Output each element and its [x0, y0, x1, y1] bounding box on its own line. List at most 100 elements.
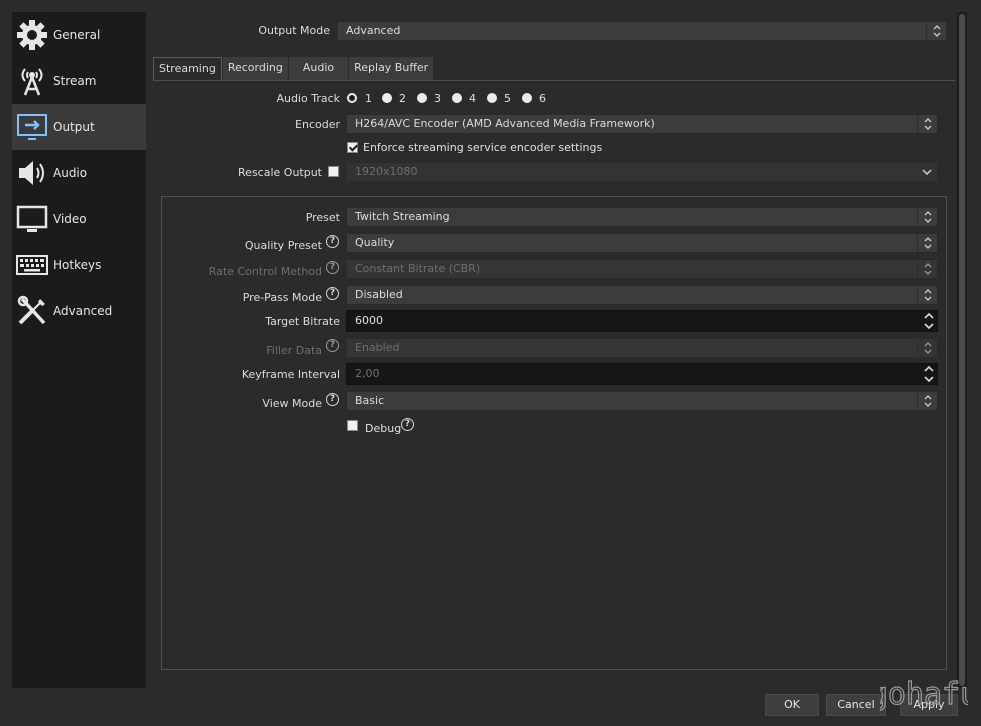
- view-mode-label: View Mode: [262, 397, 322, 410]
- sidebar-item-video[interactable]: Video: [12, 196, 146, 242]
- sidebar-item-stream[interactable]: Stream: [12, 58, 146, 104]
- vertical-scrollbar[interactable]: [957, 12, 967, 688]
- audio-track-label-1: 1: [365, 92, 372, 105]
- tools-icon: [15, 294, 49, 328]
- prepass-mode-value: Disabled: [355, 288, 403, 301]
- help-icon[interactable]: ?: [326, 261, 339, 274]
- cancel-button[interactable]: Cancel: [826, 694, 886, 716]
- gear-icon: [15, 18, 49, 52]
- filler-data-value: Enabled: [355, 341, 400, 354]
- audio-track-label: Audio Track: [276, 92, 340, 105]
- output-monitor-icon: [15, 110, 49, 144]
- enforce-encoder-checkbox[interactable]: [347, 142, 358, 153]
- sidebar-item-output[interactable]: Output: [12, 104, 146, 150]
- help-icon[interactable]: ?: [326, 235, 339, 248]
- sidebar-item-label: General: [53, 28, 101, 42]
- sidebar-item-hotkeys[interactable]: Hotkeys: [12, 242, 146, 288]
- help-icon[interactable]: ?: [326, 339, 339, 352]
- preset-label: Preset: [305, 211, 340, 224]
- tab-recording[interactable]: Recording: [222, 57, 288, 80]
- prepass-mode-select[interactable]: Disabled: [346, 285, 938, 305]
- broadcast-tower-icon: [15, 64, 49, 98]
- tab-replay-buffer[interactable]: Replay Buffer: [349, 57, 434, 80]
- sidebar-item-label: Audio: [53, 166, 88, 180]
- scrollbar-thumb[interactable]: [959, 14, 965, 686]
- debug-label: Debug: [365, 422, 402, 435]
- rescale-resolution-select[interactable]: 1920x1080: [346, 162, 938, 182]
- monitor-icon: [15, 202, 49, 236]
- rate-control-select[interactable]: Constant Bitrate (CBR): [346, 259, 938, 279]
- audio-track-radio-3[interactable]: [417, 93, 427, 103]
- audio-track-radio-6[interactable]: [522, 93, 532, 103]
- speaker-icon: [15, 156, 49, 190]
- rate-control-value: Constant Bitrate (CBR): [355, 262, 481, 275]
- tab-audio[interactable]: Audio: [288, 57, 349, 80]
- tab-divider: [153, 80, 955, 81]
- help-icon[interactable]: ?: [401, 418, 414, 431]
- preset-value: Twitch Streaming: [355, 210, 450, 223]
- sidebar-item-label: Stream: [53, 74, 97, 88]
- watermark-text: gohafu: [880, 677, 968, 712]
- keyframe-interval-value: 2,00: [355, 367, 380, 380]
- audio-track-radio-5[interactable]: [487, 93, 497, 103]
- updown-arrows-icon: [926, 22, 946, 40]
- sidebar-item-advanced[interactable]: Advanced: [12, 288, 146, 334]
- rescale-output-checkbox[interactable]: [328, 166, 339, 177]
- sidebar-item-label: Output: [53, 120, 95, 134]
- prepass-mode-label: Pre-Pass Mode: [242, 291, 322, 304]
- help-icon[interactable]: ?: [326, 393, 339, 406]
- rescale-output-label: Rescale Output: [238, 166, 322, 179]
- rescale-resolution-value: 1920x1080: [355, 165, 418, 178]
- updown-arrows-icon: [917, 234, 937, 252]
- debug-checkbox[interactable]: [347, 420, 358, 431]
- audio-track-radio-1[interactable]: [347, 93, 357, 103]
- rate-control-label: Rate Control Method: [208, 265, 322, 278]
- preset-select[interactable]: Twitch Streaming: [346, 207, 938, 227]
- output-mode-label: Output Mode: [258, 24, 330, 37]
- quality-preset-value: Quality: [355, 236, 395, 249]
- chevron-down-icon: [917, 163, 937, 181]
- updown-arrows-icon: [917, 208, 937, 226]
- audio-track-radio-2[interactable]: [382, 93, 392, 103]
- output-mode-select[interactable]: Advanced: [337, 21, 947, 41]
- updown-arrows-icon: [917, 260, 937, 278]
- output-mode-value: Advanced: [346, 24, 401, 37]
- tab-streaming[interactable]: Streaming: [153, 57, 222, 80]
- updown-arrows-icon: [917, 339, 937, 357]
- target-bitrate-value: 6000: [355, 314, 383, 327]
- target-bitrate-label: Target Bitrate: [265, 315, 340, 328]
- encoder-select[interactable]: H264/AVC Encoder (AMD Advanced Media Fra…: [346, 114, 938, 134]
- audio-track-radio-4[interactable]: [452, 93, 462, 103]
- filler-data-select[interactable]: Enabled: [346, 338, 938, 358]
- target-bitrate-spinbox[interactable]: 6000: [346, 310, 938, 332]
- watermark-logo: gohafu: [880, 676, 968, 712]
- encoder-value: H264/AVC Encoder (AMD Advanced Media Fra…: [355, 117, 655, 130]
- sidebar-item-general[interactable]: General: [12, 12, 146, 58]
- sidebar-item-label: Video: [53, 212, 87, 226]
- help-icon[interactable]: ?: [326, 287, 339, 300]
- audio-track-label-6: 6: [539, 92, 546, 105]
- view-mode-value: Basic: [355, 394, 385, 407]
- updown-arrows-icon: [917, 392, 937, 410]
- enforce-encoder-label: Enforce streaming service encoder settin…: [363, 141, 603, 154]
- filler-data-label: Filler Data: [266, 344, 322, 357]
- keyframe-interval-label: Keyframe Interval: [241, 368, 340, 381]
- quality-preset-label: Quality Preset: [244, 239, 322, 252]
- spin-arrows-icon[interactable]: [921, 364, 937, 384]
- encoder-label: Encoder: [295, 118, 340, 131]
- keyboard-icon: [15, 248, 49, 282]
- sidebar-item-audio[interactable]: Audio: [12, 150, 146, 196]
- sidebar-item-label: Advanced: [53, 304, 113, 318]
- spin-arrows-icon[interactable]: [921, 311, 937, 331]
- view-mode-select[interactable]: Basic: [346, 391, 938, 411]
- quality-preset-select[interactable]: Quality: [346, 233, 938, 253]
- updown-arrows-icon: [917, 286, 937, 304]
- sidebar-item-label: Hotkeys: [53, 258, 102, 272]
- audio-track-label-2: 2: [399, 92, 406, 105]
- output-tabs: Streaming Recording Audio Replay Buffer: [153, 57, 434, 80]
- keyframe-interval-spinbox[interactable]: 2,00: [346, 363, 938, 385]
- ok-button[interactable]: OK: [765, 694, 819, 716]
- audio-track-label-5: 5: [504, 92, 511, 105]
- audio-track-label-3: 3: [434, 92, 441, 105]
- audio-track-label-4: 4: [469, 92, 476, 105]
